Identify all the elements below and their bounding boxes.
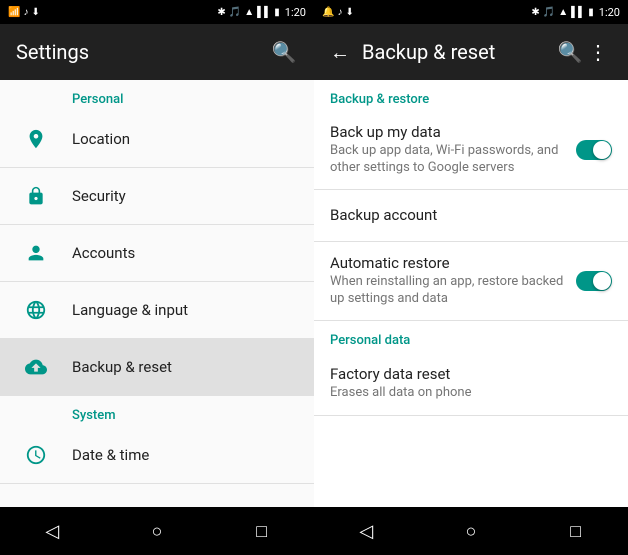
toggle-thumb-restore: [593, 272, 611, 290]
backup-data-item[interactable]: Back up my data Back up app data, Wi-Fi …: [314, 111, 628, 190]
language-label: Language & input: [72, 301, 298, 319]
backup-account-text: Backup account: [330, 206, 612, 224]
personal-data-header: Personal data: [314, 321, 628, 352]
settings-app-bar: Settings 🔍: [0, 24, 314, 80]
backup-data-subtitle: Back up app data, Wi-Fi passwords, and o…: [330, 143, 568, 177]
auto-restore-subtitle: When reinstalling an app, restore backed…: [330, 274, 568, 308]
nav-bar-left: ◁ ○ □: [0, 507, 314, 555]
time-left: 1:20: [285, 6, 306, 19]
wifi-icon-r: ▲: [558, 7, 568, 18]
status-bar-right-indicators: ✱ 🎵 ▲ ▌▌ ▮ 1:20: [531, 6, 620, 19]
factory-reset-subtitle: Erases all data on phone: [330, 385, 612, 402]
toggle-thumb-backup: [593, 141, 611, 159]
nav-bar-right: ◁ ○ □: [314, 507, 628, 555]
recent-button-right[interactable]: □: [552, 521, 600, 542]
bluetooth-icon-r: ✱: [531, 7, 539, 18]
search-icon[interactable]: 🔍: [270, 40, 298, 64]
status-bar-indicators: ✱ 🎵 ▲ ▌▌ ▮ 1:20: [217, 6, 306, 19]
home-button[interactable]: ○: [133, 521, 181, 542]
backup-data-text: Back up my data Back up app data, Wi-Fi …: [330, 123, 568, 177]
status-bar-right-notifications: 🔔 ♪ ⬇: [322, 7, 354, 18]
sidebar-item-location[interactable]: Location: [0, 111, 314, 168]
personal-section-header: Personal: [0, 80, 314, 111]
datetime-icon: [16, 435, 56, 475]
backup-account-item[interactable]: Backup account: [314, 190, 628, 242]
sidebar-item-backup[interactable]: Backup & reset: [0, 339, 314, 396]
security-text: Security: [72, 187, 298, 205]
search-icon-right[interactable]: 🔍: [556, 40, 584, 64]
headphone-icon: 🎵: [229, 7, 241, 18]
security-icon: [16, 176, 56, 216]
auto-restore-toggle[interactable]: [576, 271, 612, 291]
security-label: Security: [72, 187, 298, 205]
settings-content: Personal Location Security Ac: [0, 80, 314, 507]
accounts-text: Accounts: [72, 244, 298, 262]
datetime-text: Date & time: [72, 446, 298, 464]
location-label: Location: [72, 130, 298, 148]
language-text: Language & input: [72, 301, 298, 319]
accounts-icon: [16, 233, 56, 273]
battery-icon-r: ▮: [588, 7, 594, 18]
recent-button[interactable]: □: [238, 521, 286, 542]
sidebar-item-accounts[interactable]: Accounts: [0, 225, 314, 282]
backup-account-label: Backup account: [330, 206, 612, 224]
location-text: Location: [72, 130, 298, 148]
backup-icon: [16, 347, 56, 387]
status-bar-notifications: 📶 ♪ ⬇: [8, 7, 40, 18]
status-bar-left: 📶 ♪ ⬇ ✱ 🎵 ▲ ▌▌ ▮ 1:20: [0, 0, 314, 24]
auto-restore-text: Automatic restore When reinstalling an a…: [330, 254, 568, 308]
backup-title: Backup & reset: [362, 40, 556, 64]
settings-title: Settings: [16, 40, 270, 64]
wifi-icon: ▲: [244, 7, 254, 18]
time-right: 1:20: [599, 6, 620, 19]
backup-data-label: Back up my data: [330, 123, 568, 141]
backup-panel: 🔔 ♪ ⬇ ✱ 🎵 ▲ ▌▌ ▮ 1:20 ← Backup & reset 🔍…: [314, 0, 628, 555]
sidebar-item-security[interactable]: Security: [0, 168, 314, 225]
status-bar-right: 🔔 ♪ ⬇ ✱ 🎵 ▲ ▌▌ ▮ 1:20: [314, 0, 628, 24]
back-button-right[interactable]: ◁: [342, 521, 390, 542]
back-arrow-icon[interactable]: ←: [330, 40, 350, 65]
backup-label: Backup & reset: [72, 358, 298, 376]
backup-app-bar: ← Backup & reset 🔍 ⋮: [314, 24, 628, 80]
system-section-header: System: [0, 396, 314, 427]
datetime-label: Date & time: [72, 446, 298, 464]
headphone-icon-r: 🎵: [543, 7, 555, 18]
backup-content: Backup & restore Back up my data Back up…: [314, 80, 628, 507]
factory-reset-item[interactable]: Factory data reset Erases all data on ph…: [314, 352, 628, 416]
signal-icon-r: ▌▌: [571, 7, 585, 18]
sidebar-item-language[interactable]: Language & input: [0, 282, 314, 339]
backup-data-toggle[interactable]: [576, 140, 612, 160]
back-button[interactable]: ◁: [28, 521, 76, 542]
auto-restore-label: Automatic restore: [330, 254, 568, 272]
accounts-label: Accounts: [72, 244, 298, 262]
bluetooth-icon: ✱: [217, 7, 225, 18]
more-icon[interactable]: ⋮: [584, 40, 612, 64]
home-button-right[interactable]: ○: [447, 521, 495, 542]
backup-restore-header: Backup & restore: [314, 80, 628, 111]
auto-restore-item[interactable]: Automatic restore When reinstalling an a…: [314, 242, 628, 321]
sidebar-item-datetime[interactable]: Date & time: [0, 427, 314, 484]
backup-text: Backup & reset: [72, 358, 298, 376]
location-icon: [16, 119, 56, 159]
factory-reset-text: Factory data reset Erases all data on ph…: [330, 365, 612, 402]
signal-icon: ▌▌: [257, 7, 271, 18]
settings-panel: 📶 ♪ ⬇ ✱ 🎵 ▲ ▌▌ ▮ 1:20 Settings 🔍 Persona…: [0, 0, 314, 555]
factory-reset-label: Factory data reset: [330, 365, 612, 383]
battery-icon: ▮: [274, 7, 280, 18]
language-icon: [16, 290, 56, 330]
